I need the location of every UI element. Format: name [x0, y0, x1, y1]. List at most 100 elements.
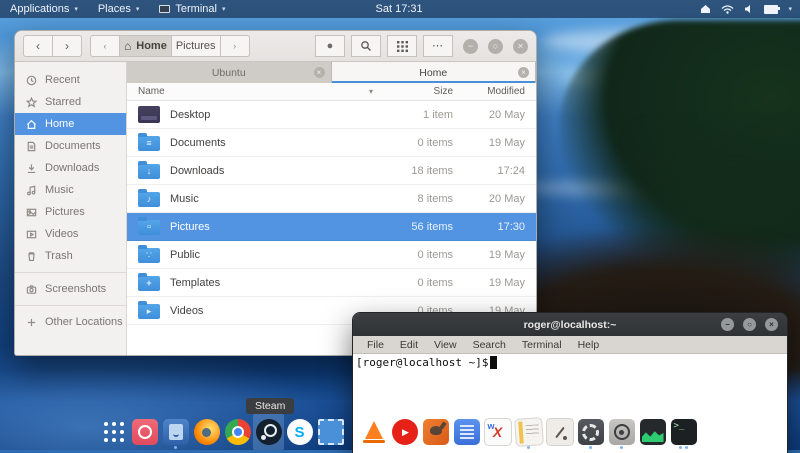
files-window: ‹ › ‹ Home Pictures › ● ⋯ − ○ × — [14, 30, 537, 356]
sidebar-item-starred[interactable]: Starred — [15, 91, 126, 113]
file-name: Music — [170, 193, 199, 205]
dock-item-vlc[interactable] — [358, 414, 389, 450]
breadcrumb-home[interactable]: Home — [120, 35, 172, 57]
places-menu[interactable]: Places ▾ — [88, 0, 150, 18]
dock-item-steam[interactable] — [253, 414, 284, 450]
dock-item-terminal[interactable] — [668, 414, 699, 450]
sidebar-item-home[interactable]: Home — [15, 113, 126, 135]
dock-item-preferences[interactable] — [606, 414, 637, 450]
table-row-pictures[interactable]: Pictures 56 items 17:30 — [127, 213, 536, 241]
menu-button[interactable]: ⋯ — [423, 35, 453, 57]
dock-item-text-editor[interactable] — [544, 414, 575, 450]
dock-item-lyx[interactable] — [482, 414, 513, 450]
minimize-button[interactable]: − — [463, 39, 478, 54]
column-size[interactable]: Size — [381, 86, 457, 97]
column-name-label: Name — [138, 86, 165, 97]
path-scroll-right[interactable]: › — [221, 35, 250, 57]
file-size: 18 items — [381, 165, 457, 177]
running-indicator — [527, 446, 530, 449]
running-indicator — [620, 446, 623, 449]
table-row-public[interactable]: Public 0 items 19 May — [127, 241, 536, 269]
tab-label: Home — [419, 67, 447, 79]
dock-item-notes[interactable] — [513, 414, 544, 450]
sidebar-item-other-locations[interactable]: Other Locations — [15, 311, 126, 333]
dock-item-stamp[interactable] — [315, 414, 346, 450]
table-row-documents[interactable]: Documents 0 items 19 May — [127, 129, 536, 157]
grid-view-button[interactable] — [387, 35, 417, 57]
menu-search[interactable]: Search — [465, 339, 514, 351]
dock-item-skype[interactable] — [284, 414, 315, 450]
menu-view[interactable]: View — [426, 339, 465, 351]
dock-tooltip: Steam — [246, 398, 294, 414]
close-button[interactable]: × — [765, 318, 778, 331]
dock-item-app-grid[interactable] — [98, 414, 129, 450]
table-row-downloads[interactable]: Downloads 18 items 17:24 — [127, 157, 536, 185]
dock-item-screenshot-tool[interactable] — [129, 414, 160, 450]
sidebar-item-recent[interactable]: Recent — [15, 69, 126, 91]
terminal-titlebar[interactable]: roger@localhost:~ − ○ × — [353, 313, 787, 336]
music-note-icon — [26, 185, 37, 196]
top-panel: Applications ▾ Places ▾ Terminal ▾ Sat 1… — [0, 0, 800, 18]
table-row-templates[interactable]: Templates 0 items 19 May — [127, 269, 536, 297]
sort-arrow-icon: ▾ — [369, 87, 373, 96]
search-button[interactable] — [351, 35, 381, 57]
menu-help[interactable]: Help — [570, 339, 608, 351]
sidebar-item-trash[interactable]: Trash — [15, 245, 126, 267]
minimize-button[interactable]: − — [721, 318, 734, 331]
record-icon: ● — [327, 41, 334, 52]
sidebar-item-screenshots[interactable]: Screenshots — [15, 278, 126, 300]
sidebar-item-pictures[interactable]: Pictures — [15, 201, 126, 223]
youtube-icon — [392, 419, 418, 445]
terminal-icon — [671, 419, 697, 445]
menu-file[interactable]: File — [359, 339, 392, 351]
forward-button[interactable]: › — [53, 35, 82, 57]
applications-menu[interactable]: Applications ▾ — [0, 0, 88, 18]
tab-close-icon[interactable]: × — [518, 67, 529, 78]
column-name[interactable]: Name ▾ — [127, 86, 381, 97]
wheel-icon — [609, 419, 635, 445]
terminal-title: roger@localhost:~ — [524, 319, 617, 331]
column-headers: Name ▾ Size Modified — [127, 83, 536, 101]
sidebar-item-videos[interactable]: Videos — [15, 223, 126, 245]
applications-menu-label: Applications — [10, 3, 69, 15]
back-button[interactable]: ‹ — [23, 35, 53, 57]
table-row-music[interactable]: Music 8 items 20 May — [127, 185, 536, 213]
menu-edit[interactable]: Edit — [392, 339, 426, 351]
trash-icon — [26, 251, 37, 262]
status-area[interactable]: ▾ — [700, 0, 800, 18]
file-modified: 17:30 — [457, 221, 536, 233]
sidebar-separator — [15, 272, 126, 273]
breadcrumb-pictures[interactable]: Pictures — [172, 35, 221, 57]
tab-home[interactable]: Home × — [332, 62, 537, 83]
close-button[interactable]: × — [513, 39, 528, 54]
sidebar-separator — [15, 305, 126, 306]
search-icon — [360, 40, 372, 52]
column-modified[interactable]: Modified — [457, 86, 536, 97]
files-sidebar: Recent Starred Home Documents Downloads … — [15, 62, 127, 355]
terminal-appmenu[interactable]: Terminal ▾ — [149, 0, 235, 18]
record-button[interactable]: ● — [315, 35, 345, 57]
sidebar-item-music[interactable]: Music — [15, 179, 126, 201]
dock-item-firefox[interactable] — [191, 414, 222, 450]
clock[interactable]: Sat 17:31 — [376, 3, 423, 15]
file-name: Public — [170, 249, 200, 261]
dock-item-chrome[interactable] — [222, 414, 253, 450]
vlc-icon — [361, 419, 387, 445]
sidebar-item-downloads[interactable]: Downloads — [15, 157, 126, 179]
file-modified: 19 May — [457, 277, 536, 289]
maximize-button[interactable]: ○ — [488, 39, 503, 54]
sidebar-item-documents[interactable]: Documents — [15, 135, 126, 157]
path-scroll-left[interactable]: ‹ — [90, 35, 120, 57]
dock-item-system-monitor[interactable] — [637, 414, 668, 450]
dock-item-file-manager[interactable] — [160, 414, 191, 450]
menu-terminal[interactable]: Terminal — [514, 339, 570, 351]
maximize-button[interactable]: ○ — [743, 318, 756, 331]
dock-item-youtube[interactable] — [389, 414, 420, 450]
tab-ubuntu[interactable]: Ubuntu × — [127, 62, 332, 83]
tab-close-icon[interactable]: × — [314, 67, 325, 78]
dock-item-writer[interactable] — [451, 414, 482, 450]
document-icon — [26, 141, 37, 152]
dock-item-gimp[interactable] — [420, 414, 451, 450]
dock-item-settings[interactable] — [575, 414, 606, 450]
table-row-desktop[interactable]: Desktop 1 item 20 May — [127, 101, 536, 129]
